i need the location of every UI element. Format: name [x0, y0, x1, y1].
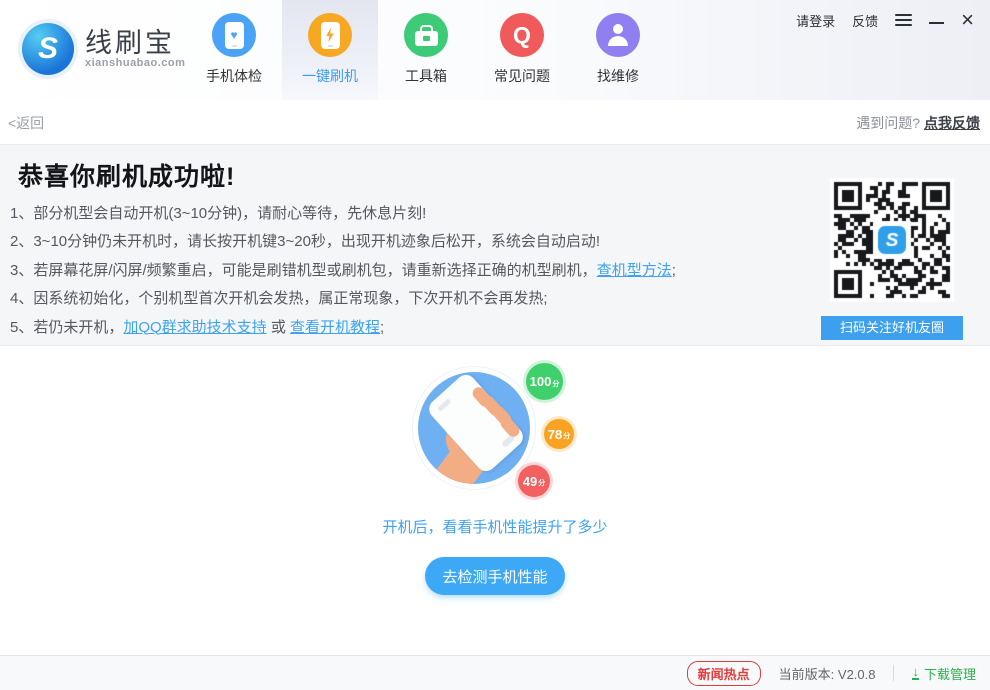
score-badge-78: 78分 [544, 419, 574, 449]
toolbox-icon [404, 13, 448, 57]
nav-item-one-key-flash[interactable]: 一键刷机 [282, 0, 378, 100]
download-label: 下载管理 [924, 664, 976, 683]
nav-label: 一键刷机 [302, 66, 358, 86]
instruction-link[interactable]: 查看开机教程 [290, 319, 380, 336]
download-manager-link[interactable]: ↓ 下载管理 [912, 664, 976, 683]
main-nav: ♥ 手机体检 一键刷机 工具箱 Q 常见问题 [186, 0, 666, 100]
result-title: 恭喜你刷机成功啦! [18, 157, 235, 193]
instruction-text: 2、3~10分钟仍未开机时，请长按开机键3~20秒，出现开机迹象后松开，系统会自… [10, 233, 600, 250]
brand-logo-icon: S [22, 23, 74, 75]
issue-prompt: 遇到问题? 点我反馈 [856, 113, 980, 133]
phone-checkup-icon: ♥ [212, 13, 256, 57]
check-performance-button[interactable]: 去检测手机性能 [425, 557, 565, 595]
instruction-steps: 1、部分机型会自动开机(3~10分钟)，请耐心等待，先休息片刻! 2、3~10分钟… [10, 200, 676, 342]
heart-icon: ♥ [230, 29, 237, 41]
nav-label: 手机体检 [206, 66, 262, 86]
result-panel: 恭喜你刷机成功啦! 1、部分机型会自动开机(3~10分钟)，请耐心等待，先休息片… [0, 144, 990, 346]
titlebar: 请登录 反馈 × [796, 9, 974, 31]
instruction-link[interactable]: 加QQ群求助技术支持 [123, 319, 266, 336]
issue-feedback-link[interactable]: 点我反馈 [924, 115, 980, 131]
subheader: <返回 遇到问题? 点我反馈 [0, 100, 990, 144]
main-area: 100分 78分 49分 开机后，看看手机性能提升了多少 去检测手机性能 [0, 346, 990, 655]
app-window: S 线刷宝 xianshuabao.com ♥ 手机体检 一键刷机 [0, 0, 990, 690]
login-link[interactable]: 请登录 [796, 11, 835, 30]
score-badge-100: 100分 [526, 363, 563, 400]
brand-domain: xianshuabao.com [85, 57, 185, 69]
flash-phone-icon [308, 13, 352, 57]
instruction-text: 1、部分机型会自动开机(3~10分钟)，请耐心等待，先休息片刻! [10, 205, 426, 222]
nav-label: 找维修 [597, 66, 639, 86]
instruction-step: 3、若屏幕花屏/闪屏/频繁重启，可能是刷错机型或刷机包，请重新选择正确的机型刷机… [10, 257, 676, 285]
instruction-text: 5、若仍未开机， [10, 319, 123, 336]
instruction-step: 1、部分机型会自动开机(3~10分钟)，请耐心等待，先休息片刻! [10, 200, 676, 228]
nav-item-repair[interactable]: 找维修 [570, 0, 666, 100]
qr-code [830, 178, 954, 302]
instruction-text: ; [380, 319, 384, 336]
issue-text: 遇到问题? [856, 115, 924, 131]
qr-caption-banner[interactable]: 扫码关注好机友圈 [821, 316, 963, 340]
question-icon: Q [500, 13, 544, 57]
instruction-step: 5、若仍未开机，加QQ群求助技术支持 或 查看开机教程; [10, 314, 676, 342]
footer-divider [893, 665, 894, 681]
footer: 新闻热点 当前版本: V2.0.8 ↓ 下载管理 [0, 655, 990, 690]
performance-caption: 开机后，看看手机性能提升了多少 [0, 516, 990, 537]
instruction-text: ; [672, 262, 676, 279]
header: S 线刷宝 xianshuabao.com ♥ 手机体检 一键刷机 [0, 0, 990, 100]
feedback-link[interactable]: 反馈 [852, 11, 878, 30]
instruction-text: 3、若屏幕花屏/闪屏/频繁重启，可能是刷错机型或刷机包，请重新选择正确的机型刷机… [10, 262, 597, 279]
version-label: 当前版本: V2.0.8 [779, 664, 876, 683]
download-icon: ↓ [912, 666, 919, 680]
lightning-icon [325, 28, 335, 43]
nav-item-faq[interactable]: Q 常见问题 [474, 0, 570, 100]
nav-item-phone-checkup[interactable]: ♥ 手机体检 [186, 0, 282, 100]
nav-label: 工具箱 [405, 66, 447, 86]
instruction-text: 或 [267, 319, 290, 336]
news-hotspot-button[interactable]: 新闻热点 [687, 661, 761, 686]
close-icon[interactable]: × [961, 13, 974, 27]
instruction-step: 2、3~10分钟仍未开机时，请长按开机键3~20秒，出现开机迹象后松开，系统会自… [10, 228, 676, 256]
instruction-step: 4、因系统初始化，个别机型首次开机会发热，属正常现象，下次开机不会再发热; [10, 285, 676, 313]
back-link[interactable]: <返回 [8, 113, 44, 133]
instruction-link[interactable]: 查机型方法 [597, 262, 672, 279]
instruction-text: 4、因系统初始化，个别机型首次开机会发热，属正常现象，下次开机不会再发热; [10, 290, 548, 307]
phone-in-hand-illustration: 100分 78分 49分 [412, 366, 582, 506]
nav-label: 常见问题 [494, 66, 550, 86]
score-badge-49: 49分 [518, 465, 550, 497]
brand-name: 线刷宝 [85, 29, 185, 57]
minimize-icon[interactable] [929, 22, 944, 24]
repairman-icon [596, 13, 640, 57]
app-logo: S 线刷宝 xianshuabao.com [22, 23, 185, 75]
nav-item-toolbox[interactable]: 工具箱 [378, 0, 474, 100]
qr-section: 扫码关注好机友圈 [821, 178, 963, 340]
menu-icon[interactable] [895, 9, 912, 31]
illustration-circle [418, 372, 530, 484]
